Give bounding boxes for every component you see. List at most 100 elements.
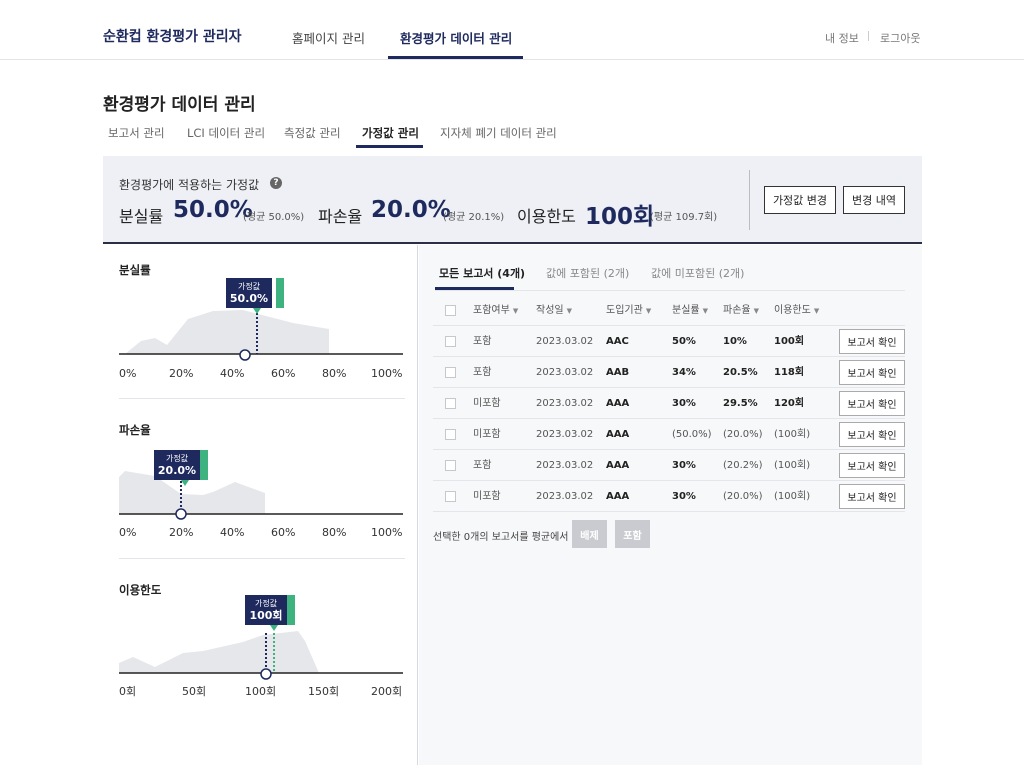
view-report-button[interactable]: 보고서 확인 [839, 422, 905, 447]
nav-homepage-management[interactable]: 홈페이지 관리 [292, 28, 365, 47]
marker-label: 가정값 [255, 598, 278, 608]
question-circle-icon[interactable]: ? [270, 177, 282, 189]
header-include[interactable]: 포함여부 ▼ [473, 295, 518, 326]
cell-include: 포함 [473, 460, 492, 471]
axis-tick: 60% [271, 526, 295, 539]
table-row: 미포함 2023.03.02 AAA 30% 29.5% 120회 보고서 확인 [433, 388, 905, 419]
subtab-lci-data[interactable]: LCI 데이터 관리 [187, 125, 265, 141]
change-assumption-button[interactable]: 가정값 변경 [764, 186, 836, 214]
row-checkbox[interactable] [445, 429, 456, 440]
view-report-button[interactable]: 보고서 확인 [839, 391, 905, 416]
cell-loss: (50.0%) [672, 429, 712, 440]
axis-tick: 60% [271, 367, 295, 380]
header-damage-rate[interactable]: 파손율 ▼ [723, 295, 759, 326]
row-checkbox[interactable] [445, 336, 456, 347]
summary-label: 환경평가에 적용하는 가정값 [119, 178, 260, 192]
cell-include: 미포함 [473, 398, 501, 409]
nav-env-data-management[interactable]: 환경평가 데이터 관리 [400, 28, 512, 47]
chart-divider [119, 398, 405, 399]
nav-active-indicator [388, 56, 523, 59]
average-marker-tab [200, 450, 208, 480]
subtab-active-indicator [356, 145, 423, 148]
exclude-button[interactable]: 배제 [572, 520, 607, 548]
view-report-button[interactable]: 보고서 확인 [839, 484, 905, 509]
selected-value-handle[interactable] [260, 668, 272, 680]
cell-damage: (20.2%) [723, 460, 763, 471]
cell-include: 미포함 [473, 429, 501, 440]
table-row: 미포함 2023.03.02 AAA 30% (20.0%) (100회) 보고… [433, 481, 905, 512]
subtab-measurements[interactable]: 측정값 관리 [284, 125, 341, 141]
tab-excluded-reports[interactable]: 값에 미포함된 (2개) [651, 265, 744, 281]
cell-loss: 30% [672, 398, 696, 409]
usage-limit-chart: 이용한도 가정값 100회 0회 50회 100회 150회 200회 [103, 565, 403, 725]
cell-date: 2023.03.02 [536, 460, 594, 471]
metric-avg-loss: (평균 50.0%) [243, 212, 305, 223]
table-row: 미포함 2023.03.02 AAA (50.0%) (20.0%) (100회… [433, 419, 905, 450]
axis-tick: 40% [220, 526, 244, 539]
view-report-button[interactable]: 보고서 확인 [839, 329, 905, 354]
page-title: 환경평가 데이터 관리 [103, 95, 256, 115]
include-button[interactable]: 포함 [615, 520, 650, 548]
select-all-checkbox[interactable] [445, 305, 456, 316]
selected-value-handle[interactable] [175, 508, 187, 520]
row-checkbox[interactable] [445, 398, 456, 409]
tab-active-indicator [435, 287, 514, 290]
view-report-button[interactable]: 보고서 확인 [839, 453, 905, 478]
metric-avg-damage: (평균 20.1%) [443, 212, 505, 223]
axis-tick: 100% [371, 367, 402, 380]
subtab-municipal-waste[interactable]: 지자체 폐기 데이터 관리 [440, 125, 557, 141]
header-loss-rate[interactable]: 분실률 ▼ [672, 295, 708, 326]
axis-tick: 0회 [119, 685, 136, 698]
row-checkbox[interactable] [445, 460, 456, 471]
selected-value-handle[interactable] [239, 349, 251, 361]
header-usage-limit[interactable]: 이용한도 ▼ [774, 295, 819, 326]
selection-status-text: 선택한 0개의 보고서를 평균에서 [433, 532, 569, 543]
row-checkbox[interactable] [445, 367, 456, 378]
marker-value: 50.0% [230, 292, 268, 305]
axis-tick: 0% [119, 367, 136, 380]
util-divider [868, 31, 869, 41]
damage-rate-chart: 파손율 가정값 20.0% 0% 20% 40% 60% 80% 100% [103, 405, 405, 560]
cell-date: 2023.03.02 [536, 336, 594, 347]
row-checkbox[interactable] [445, 491, 456, 502]
cell-loss: 30% [672, 491, 696, 502]
subtab-assumptions[interactable]: 가정값 관리 [362, 125, 419, 141]
loss-rate-chart-svg: 가정값 50.0% 0% 20% 40% 60% 80% 100% [119, 278, 403, 380]
tab-included-reports[interactable]: 값에 포함된 (2개) [546, 265, 629, 281]
cell-include: 미포함 [473, 491, 501, 502]
metric-name-loss: 분실률 [119, 207, 164, 226]
subtab-reports[interactable]: 보고서 관리 [108, 125, 165, 141]
cell-loss: 50% [672, 336, 696, 347]
app-brand[interactable]: 순환컵 환경평가 관리자 [103, 26, 242, 46]
cell-damage: (20.0%) [723, 491, 763, 502]
cell-limit: 120회 [774, 398, 805, 409]
average-marker-tab [287, 595, 295, 625]
cell-limit: (100회) [774, 491, 811, 502]
axis-tick: 80% [322, 367, 346, 380]
cell-damage: 29.5% [723, 398, 758, 409]
logout-link[interactable]: 로그아웃 [880, 30, 920, 46]
axis-tick: 100% [371, 526, 402, 539]
axis-tick: 20% [169, 367, 193, 380]
axis-tick: 0% [119, 526, 136, 539]
damage-rate-chart-svg: 가정값 20.0% 0% 20% 40% 60% 80% 100% [119, 450, 403, 539]
cell-loss: 30% [672, 460, 696, 471]
my-info-link[interactable]: 내 정보 [825, 30, 859, 46]
marker-label: 가정값 [238, 281, 261, 291]
change-history-button[interactable]: 변경 내역 [843, 186, 905, 214]
axis-tick: 150회 [308, 685, 339, 698]
cell-org: AAA [606, 429, 630, 440]
tab-baseline [435, 290, 905, 291]
view-report-button[interactable]: 보고서 확인 [839, 360, 905, 385]
tab-all-reports[interactable]: 모든 보고서 (4개) [439, 265, 525, 281]
cell-limit: (100회) [774, 429, 811, 440]
loss-rate-chart: 분실률 가정값 50.0% 0% 20% 40% 60% 80% 100% [103, 245, 405, 400]
axis-tick: 50회 [182, 685, 206, 698]
header-date[interactable]: 작성일 ▼ [536, 295, 572, 326]
cell-org: AAC [606, 336, 629, 347]
table-row: 포함 2023.03.02 AAC 50% 10% 100회 보고서 확인 [433, 326, 905, 357]
distribution-area [119, 631, 319, 673]
header-org[interactable]: 도입기관 ▼ [606, 295, 651, 326]
table-header-row: 포함여부 ▼ 작성일 ▼ 도입기관 ▼ 분실률 ▼ 파손율 ▼ 이용한도 ▼ [433, 295, 905, 326]
cell-damage: (20.0%) [723, 429, 763, 440]
